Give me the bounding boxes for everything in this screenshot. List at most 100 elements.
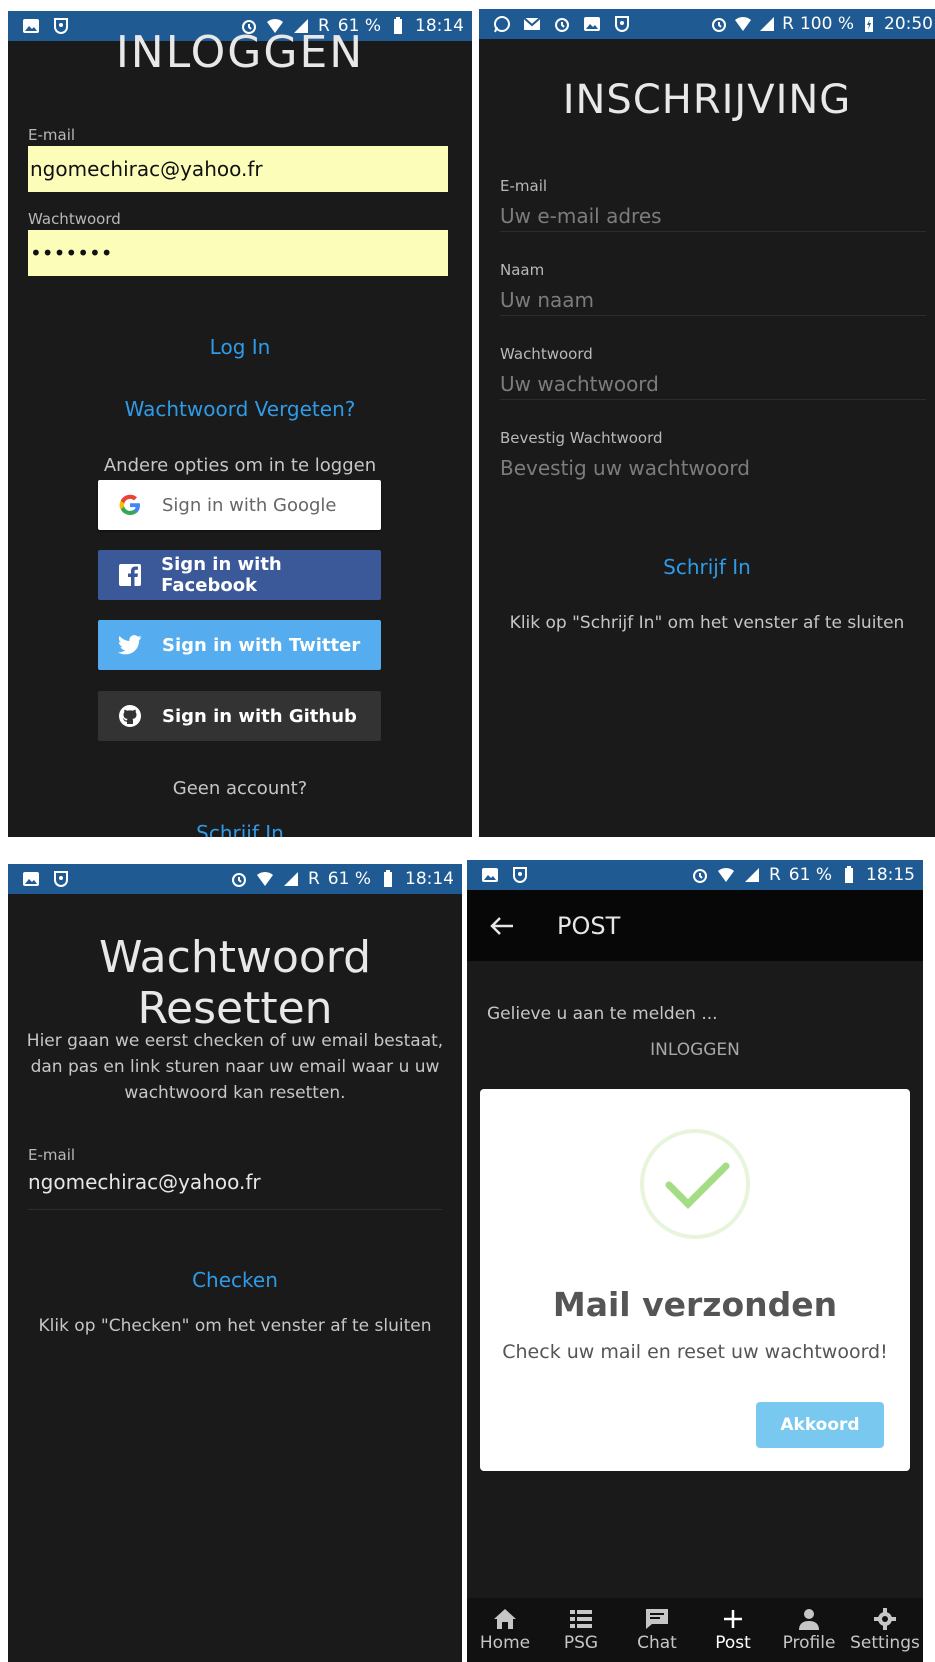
login-link[interactable]: INLOGGEN xyxy=(467,1040,923,1060)
alarm-icon xyxy=(692,869,707,883)
person-icon xyxy=(799,1609,819,1630)
name-input[interactable] xyxy=(500,284,926,316)
clock: 18:14 xyxy=(405,869,454,889)
chat-icon xyxy=(646,1609,668,1629)
confirm-password-label: Bevestig Wachtwoord xyxy=(500,429,663,447)
alarm-icon xyxy=(555,18,569,32)
github-icon xyxy=(98,704,162,728)
nav-label-home: Home xyxy=(479,1633,531,1653)
confirm-button[interactable]: Akkoord xyxy=(756,1402,884,1448)
reset-description: Hier gaan we eerst checken of uw email b… xyxy=(26,1031,444,1103)
clock: 18:15 xyxy=(866,865,915,885)
signal-icon xyxy=(744,868,759,882)
nav-item-chat[interactable]: Chat xyxy=(619,1598,695,1662)
register-button[interactable]: Schrijf In xyxy=(479,555,935,579)
forgot-password-link[interactable]: Wachtwoord Vergeten? xyxy=(8,397,472,421)
battery-percent: 61 % xyxy=(327,869,371,889)
nav-label-chat: Chat xyxy=(637,1633,677,1653)
shield-icon xyxy=(615,16,629,32)
nav-label-profile: Profile xyxy=(782,1633,836,1653)
twitter-icon xyxy=(98,634,162,656)
bottom-navigation: Home PSG Chat Post Profile Settings xyxy=(467,1598,923,1662)
list-icon xyxy=(570,1610,592,1628)
nav-item-settings[interactable]: Settings xyxy=(847,1598,923,1662)
email-label: E-mail xyxy=(28,126,76,144)
battery-icon xyxy=(384,870,392,887)
email-label: E-mail xyxy=(500,177,548,195)
gallery-icon xyxy=(584,17,600,31)
wifi-icon xyxy=(717,867,734,882)
wifi-icon xyxy=(256,871,273,886)
nav-label-settings: Settings xyxy=(850,1633,920,1653)
facebook-signin-label: Sign in with Facebook xyxy=(161,554,282,596)
status-bar: R 61 % 18:15 xyxy=(467,860,923,890)
app-bar: POST xyxy=(467,890,923,961)
clock: 20:50 xyxy=(884,14,933,34)
google-signin-button[interactable]: Sign in with Google xyxy=(98,480,381,530)
register-hint: Klik op "Schrijf In" om het venster af t… xyxy=(509,613,905,633)
other-options-text: Andere opties om in te loggen xyxy=(103,455,377,476)
success-check-icon xyxy=(640,1129,750,1239)
gallery-icon xyxy=(482,868,498,882)
plus-icon xyxy=(724,1610,742,1628)
gallery-icon xyxy=(23,872,39,886)
battery-percent: 61 % xyxy=(788,865,832,885)
page-title: INLOGGEN xyxy=(115,27,365,78)
whatsapp-icon xyxy=(494,16,510,33)
reset-hint: Klik op "Checken" om het venster af te s… xyxy=(38,1316,432,1336)
password-input[interactable] xyxy=(500,368,926,400)
email-input[interactable] xyxy=(500,200,926,232)
alarm-icon xyxy=(231,873,246,887)
email-field[interactable]: ngomechirac@yahoo.fr xyxy=(28,146,448,192)
status-bar: R 100 % 20:50 xyxy=(479,9,935,39)
success-dialog: Mail verzonden Check uw mail en reset uw… xyxy=(480,1089,910,1471)
gear-icon xyxy=(874,1608,896,1630)
roaming-indicator: R xyxy=(307,869,320,889)
email-label: E-mail xyxy=(28,1146,76,1164)
twitter-signin-button[interactable]: Sign in with Twitter xyxy=(98,620,381,670)
battery-percent: 100 % xyxy=(799,14,854,34)
nav-item-profile[interactable]: Profile xyxy=(771,1598,847,1662)
password-label: Wachtwoord xyxy=(28,210,121,228)
alarm-icon xyxy=(712,18,727,32)
dialog-message: Check uw mail en reset uw wachtwoord! xyxy=(502,1341,888,1363)
reset-password-screen: R 61 % 18:14 Wachtwoord Resetten Hier ga… xyxy=(8,864,462,1662)
roaming-indicator: R xyxy=(782,14,794,34)
battery-icon xyxy=(845,866,853,883)
signup-link[interactable]: Schrijf In xyxy=(8,821,472,837)
password-field[interactable]: ••••••• xyxy=(28,230,448,276)
login-button[interactable]: Log In xyxy=(8,335,472,359)
check-button[interactable]: Checken xyxy=(8,1268,462,1292)
signal-icon xyxy=(283,872,298,886)
nav-item-home[interactable]: Home xyxy=(467,1598,543,1662)
facebook-icon xyxy=(98,563,161,587)
home-icon xyxy=(494,1609,516,1629)
github-signin-label: Sign in with Github xyxy=(162,705,357,727)
twitter-signin-label: Sign in with Twitter xyxy=(162,634,361,656)
shield-icon xyxy=(513,867,527,883)
page-title: INSCHRIJVING xyxy=(562,77,852,123)
nav-label-psg: PSG xyxy=(563,1633,599,1653)
google-icon xyxy=(98,493,162,517)
signal-icon xyxy=(760,17,775,31)
register-screen: R 100 % 20:50 INSCHRIJVING E-mail Naam W… xyxy=(479,9,935,837)
please-login-text: Gelieve u aan te melden ... xyxy=(487,1004,718,1024)
facebook-signin-button[interactable]: Sign in with Facebook xyxy=(98,550,381,600)
status-bar: R 61 % 18:14 xyxy=(8,864,462,894)
wifi-icon xyxy=(735,16,752,31)
nav-label-post: Post xyxy=(715,1633,751,1653)
roaming-indicator: R xyxy=(768,865,781,885)
back-arrow-icon[interactable] xyxy=(467,915,537,937)
nav-item-psg[interactable]: PSG xyxy=(543,1598,619,1662)
name-label: Naam xyxy=(500,261,545,279)
github-signin-button[interactable]: Sign in with Github xyxy=(98,691,381,741)
confirm-password-input[interactable] xyxy=(500,452,926,484)
page-title: Wachtwoord Resetten xyxy=(98,932,372,1034)
login-screen: R 61 % 18:14 INLOGGEN E-mail ngomechirac… xyxy=(8,11,472,837)
shield-icon xyxy=(54,871,68,887)
email-field[interactable]: ngomechirac@yahoo.fr xyxy=(28,1170,442,1210)
battery-charging-icon xyxy=(865,17,873,32)
nav-item-post[interactable]: Post xyxy=(695,1598,771,1662)
google-signin-label: Sign in with Google xyxy=(162,494,337,516)
post-screen: R 61 % 18:15 POST Gelieve u aan te melde… xyxy=(467,860,923,1662)
